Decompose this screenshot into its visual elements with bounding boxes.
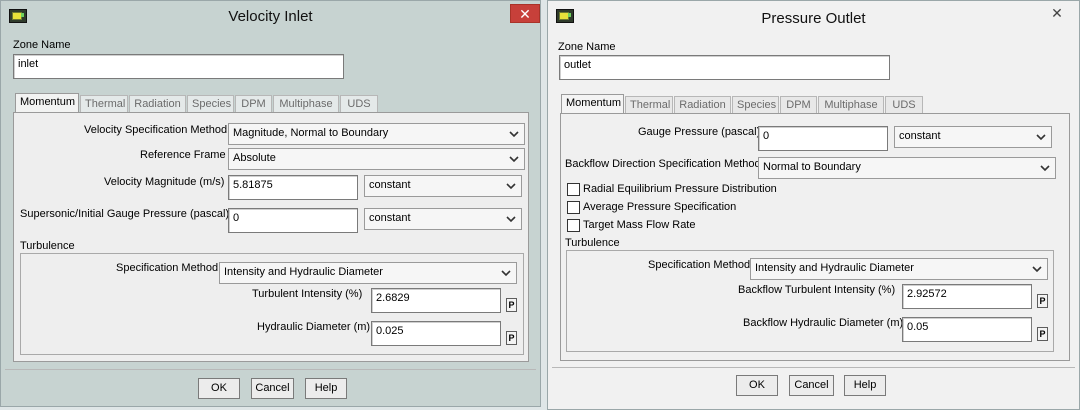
- tab-dpm[interactable]: DPM: [780, 96, 817, 113]
- spec-method-value: Intensity and Hydraulic Diameter: [755, 262, 914, 274]
- chevron-down-icon: [506, 216, 516, 223]
- divider: [5, 369, 536, 370]
- gauge-pressure-profile-select[interactable]: constant: [364, 208, 522, 230]
- backflow-turb-intensity-label: Backflow Turbulent Intensity (%): [738, 284, 896, 296]
- turbulence-group: Specification Method Intensity and Hydra…: [20, 253, 524, 355]
- tab-uds[interactable]: UDS: [885, 96, 923, 113]
- backflow-hydraulic-diameter-input[interactable]: 0.05: [902, 317, 1032, 342]
- average-pressure-label: Average Pressure Specification: [583, 201, 737, 213]
- gauge-pressure-input[interactable]: 0: [758, 126, 888, 151]
- pressure-outlet-window: Pressure Outlet ✕ Zone Name outlet Momen…: [547, 0, 1080, 410]
- window-title: Pressure Outlet: [761, 10, 866, 27]
- help-button[interactable]: Help: [305, 378, 347, 399]
- momentum-panel: Gauge Pressure (pascal) 0 constant Backf…: [560, 113, 1070, 361]
- cancel-button[interactable]: Cancel: [789, 375, 834, 396]
- zone-name-input[interactable]: outlet: [559, 55, 890, 80]
- tab-multiphase[interactable]: Multiphase: [818, 96, 884, 113]
- spec-method-label: Specification Method: [648, 259, 751, 271]
- gauge-pressure-profile-value: constant: [899, 130, 941, 142]
- tab-bar: Momentum Thermal Radiation Species DPM M…: [15, 93, 415, 113]
- velocity-magnitude-input[interactable]: 5.81875: [228, 175, 358, 200]
- chevron-down-icon: [506, 183, 516, 190]
- divider: [552, 367, 1075, 368]
- window-title: Velocity Inlet: [228, 8, 313, 25]
- velocity-spec-label: Velocity Specification Method: [84, 124, 228, 136]
- chevron-down-icon: [1036, 134, 1046, 141]
- zone-name-label: Zone Name: [13, 39, 71, 51]
- velocity-profile-select[interactable]: constant: [364, 175, 522, 197]
- tab-uds[interactable]: UDS: [340, 95, 378, 112]
- reference-frame-value: Absolute: [233, 152, 276, 164]
- backflow-direction-value: Normal to Boundary: [763, 161, 861, 173]
- gauge-pressure-profile-value: constant: [369, 212, 411, 224]
- tab-thermal[interactable]: Thermal: [625, 96, 673, 113]
- backflow-direction-label: Backflow Direction Specification Method: [565, 158, 761, 170]
- gauge-pressure-input[interactable]: 0: [228, 208, 358, 233]
- ok-button[interactable]: OK: [198, 378, 240, 399]
- reference-frame-label: Reference Frame: [140, 149, 226, 161]
- chevron-down-icon: [1040, 165, 1050, 172]
- spec-method-select[interactable]: Intensity and Hydraulic Diameter: [750, 258, 1048, 280]
- turbulence-group: Specification Method Intensity and Hydra…: [566, 250, 1054, 352]
- tab-momentum[interactable]: Momentum: [15, 93, 79, 113]
- tab-momentum[interactable]: Momentum: [561, 94, 624, 114]
- profile-p-button[interactable]: P: [506, 298, 517, 312]
- chevron-down-icon: [509, 131, 519, 138]
- turbulence-label: Turbulence: [20, 240, 75, 252]
- spec-method-label: Specification Method: [116, 262, 219, 274]
- velocity-profile-value: constant: [369, 179, 411, 191]
- zone-name-label: Zone Name: [558, 41, 616, 53]
- tab-multiphase[interactable]: Multiphase: [273, 95, 339, 112]
- backflow-direction-select[interactable]: Normal to Boundary: [758, 157, 1056, 179]
- backflow-hydraulic-diameter-label: Backflow Hydraulic Diameter (m): [743, 317, 904, 329]
- average-pressure-checkbox[interactable]: [567, 201, 580, 214]
- zone-name-input[interactable]: inlet: [13, 54, 344, 79]
- reference-frame-select[interactable]: Absolute: [228, 148, 525, 170]
- profile-p-button[interactable]: P: [1037, 327, 1048, 341]
- title-bar[interactable]: Velocity Inlet ✕: [1, 1, 540, 32]
- velocity-spec-select[interactable]: Magnitude, Normal to Boundary: [228, 123, 525, 145]
- spec-method-value: Intensity and Hydraulic Diameter: [224, 266, 383, 278]
- velocity-inlet-window: Velocity Inlet ✕ Zone Name inlet Momentu…: [0, 0, 541, 407]
- chevron-down-icon: [1032, 266, 1042, 273]
- gauge-pressure-profile-select[interactable]: constant: [894, 126, 1052, 148]
- tab-species[interactable]: Species: [187, 95, 234, 112]
- tab-dpm[interactable]: DPM: [235, 95, 272, 112]
- profile-p-button[interactable]: P: [506, 331, 517, 345]
- turbulence-label: Turbulence: [565, 237, 620, 249]
- chevron-down-icon: [509, 156, 519, 163]
- hydraulic-diameter-label: Hydraulic Diameter (m): [257, 321, 371, 333]
- velocity-magnitude-label: Velocity Magnitude (m/s): [104, 176, 225, 188]
- hydraulic-diameter-input[interactable]: 0.025: [371, 321, 501, 346]
- close-button[interactable]: ✕: [510, 4, 540, 23]
- turb-intensity-label: Turbulent Intensity (%): [252, 288, 363, 300]
- radial-equilibrium-label: Radial Equilibrium Pressure Distribution: [583, 183, 777, 195]
- gauge-pressure-label: Supersonic/Initial Gauge Pressure (pasca…: [20, 208, 230, 220]
- tab-thermal[interactable]: Thermal: [80, 95, 128, 112]
- turb-intensity-input[interactable]: 2.6829: [371, 288, 501, 313]
- chevron-down-icon: [501, 270, 511, 277]
- ok-button[interactable]: OK: [736, 375, 778, 396]
- title-bar[interactable]: Pressure Outlet ✕: [548, 1, 1079, 32]
- tab-radiation[interactable]: Radiation: [129, 95, 186, 112]
- gauge-pressure-label: Gauge Pressure (pascal): [638, 126, 761, 138]
- spec-method-select[interactable]: Intensity and Hydraulic Diameter: [219, 262, 517, 284]
- help-button[interactable]: Help: [844, 375, 886, 396]
- radial-equilibrium-checkbox[interactable]: [567, 183, 580, 196]
- tab-species[interactable]: Species: [732, 96, 779, 113]
- momentum-panel: Velocity Specification Method Magnitude,…: [13, 112, 529, 362]
- cancel-button[interactable]: Cancel: [251, 378, 294, 399]
- target-mass-flow-label: Target Mass Flow Rate: [583, 219, 696, 231]
- profile-p-button[interactable]: P: [1037, 294, 1048, 308]
- tab-radiation[interactable]: Radiation: [674, 96, 731, 113]
- backflow-turb-intensity-input[interactable]: 2.92572: [902, 284, 1032, 309]
- close-button[interactable]: ✕: [1042, 4, 1072, 23]
- target-mass-flow-checkbox[interactable]: [567, 219, 580, 232]
- velocity-spec-value: Magnitude, Normal to Boundary: [233, 127, 389, 139]
- tab-bar: Momentum Thermal Radiation Species DPM M…: [561, 94, 961, 114]
